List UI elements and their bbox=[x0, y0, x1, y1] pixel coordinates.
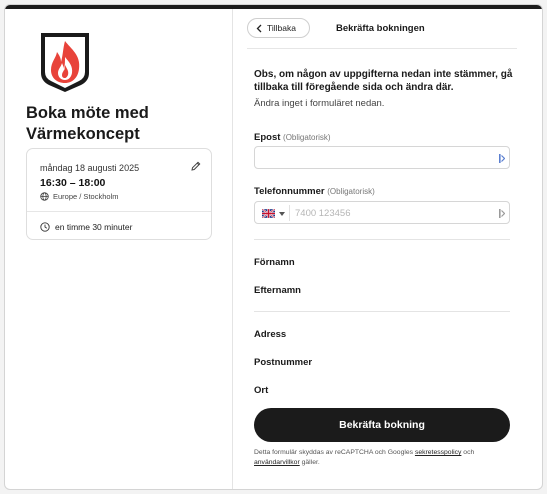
phone-required-note: (Obligatorisk) bbox=[327, 187, 375, 196]
phone-placeholder: 7400 123456 bbox=[295, 208, 351, 219]
booking-summary-card: måndag 18 augusti 2025 16:30 – 18:00 Eur… bbox=[26, 148, 212, 240]
phone-divider bbox=[289, 205, 290, 221]
autofill-icon bbox=[499, 209, 505, 218]
confirm-booking-button[interactable]: Bekräfta bokning bbox=[254, 408, 510, 442]
duration-label: en timme 30 minuter bbox=[55, 222, 133, 232]
chevron-left-icon bbox=[256, 24, 262, 32]
card-divider bbox=[27, 211, 211, 212]
address-label: Adress bbox=[254, 329, 287, 340]
timezone-row: Europe / Stockholm bbox=[40, 192, 118, 201]
section-divider bbox=[254, 311, 510, 312]
chevron-down-icon[interactable] bbox=[279, 212, 285, 216]
notice-text: Obs, om någon av uppgifterna nedan inte … bbox=[254, 69, 513, 93]
clock-icon bbox=[40, 222, 50, 232]
confirm-heading: Bekräfta bokningen bbox=[336, 23, 425, 34]
lastname-label: Efternamn bbox=[254, 285, 301, 296]
phone-field[interactable]: 7400 123456 bbox=[254, 201, 510, 224]
timezone-label: Europe / Stockholm bbox=[53, 192, 119, 201]
panel-divider bbox=[232, 9, 233, 489]
top-bar bbox=[5, 5, 542, 9]
email-label-text: Epost bbox=[254, 132, 281, 143]
section-divider bbox=[254, 239, 510, 240]
autofill-icon bbox=[499, 154, 505, 163]
phone-label-text: Telefonnummer bbox=[254, 186, 325, 197]
uk-flag-icon[interactable] bbox=[262, 209, 275, 218]
header-divider bbox=[247, 48, 517, 49]
firstname-label: Förnamn bbox=[254, 257, 295, 268]
edit-icon[interactable] bbox=[190, 160, 202, 172]
recaptcha-notice: Detta formulär skyddas av reCAPTCHA och … bbox=[254, 448, 516, 468]
email-required-note: (Obligatorisk) bbox=[283, 133, 331, 142]
postcode-label: Postnummer bbox=[254, 357, 313, 368]
legal-suffix: gäller. bbox=[301, 459, 320, 466]
duration-row: en timme 30 minuter bbox=[40, 222, 132, 232]
legal-and: och bbox=[463, 449, 475, 456]
page-title: Boka möte med Värmekoncept bbox=[26, 104, 149, 143]
phone-label: Telefonnummer (Obligatorisk) bbox=[254, 186, 375, 197]
notice-subtext: Ändra inget i formuläret nedan. bbox=[254, 98, 385, 109]
back-button-label: Tillbaka bbox=[267, 23, 296, 33]
privacy-policy-link[interactable]: sekretesspolicy bbox=[415, 449, 461, 456]
back-button[interactable]: Tillbaka bbox=[247, 18, 310, 38]
flame-shield-logo bbox=[41, 33, 89, 92]
email-label: Epost (Obligatorisk) bbox=[254, 132, 331, 143]
booking-time: 16:30 – 18:00 bbox=[40, 177, 106, 189]
globe-icon bbox=[40, 192, 49, 201]
booking-date: måndag 18 augusti 2025 bbox=[40, 163, 140, 173]
legal-prefix: Detta formulär skyddas av reCAPTCHA och … bbox=[254, 449, 414, 456]
city-label: Ort bbox=[254, 385, 269, 396]
email-field[interactable] bbox=[254, 146, 510, 169]
terms-link[interactable]: användarvillkor bbox=[254, 459, 300, 466]
